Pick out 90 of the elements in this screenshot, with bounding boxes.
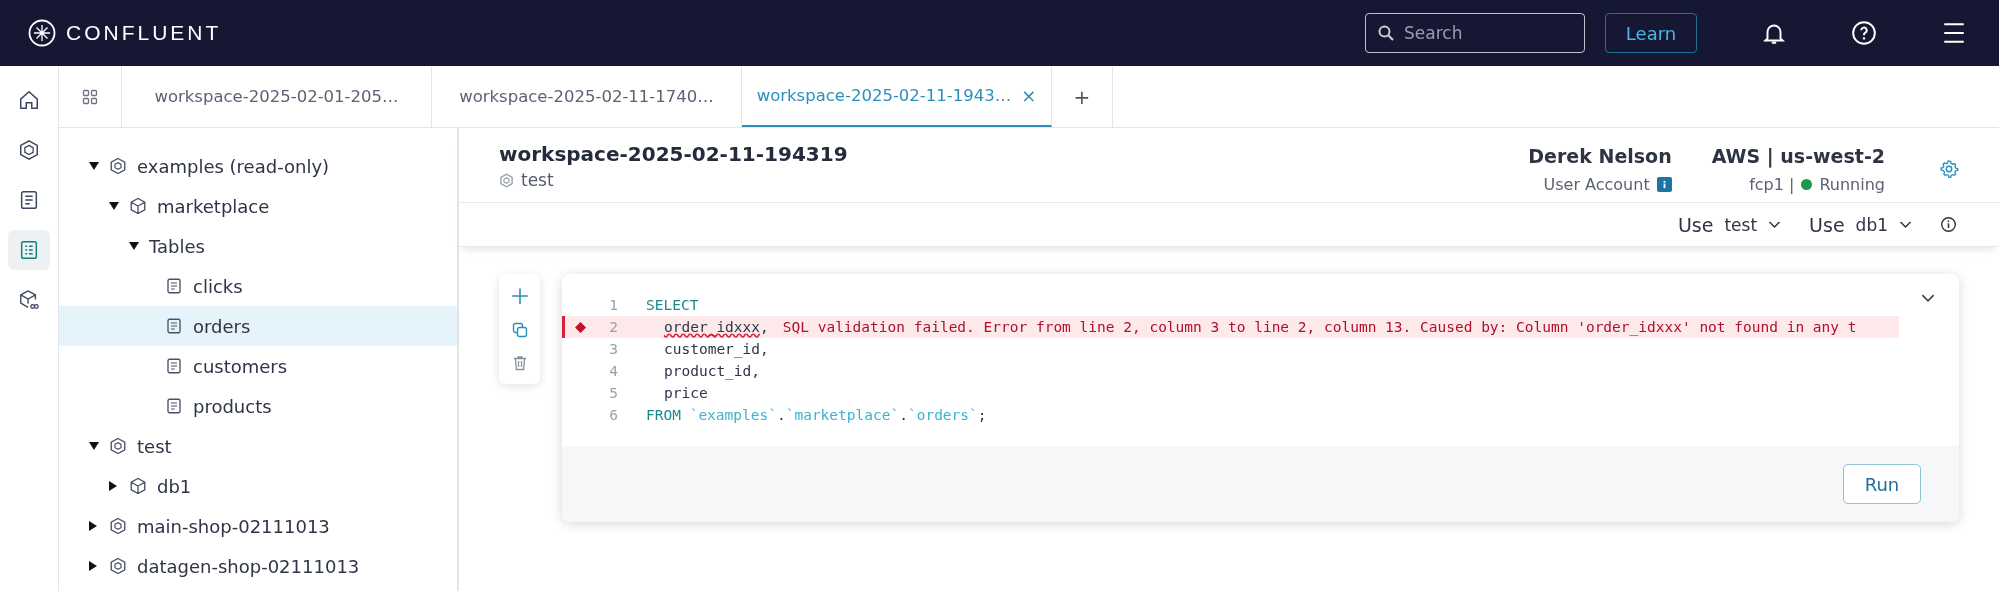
hexagon-icon	[499, 172, 514, 188]
line-number: 2	[608, 319, 618, 335]
code-text: price	[663, 385, 708, 401]
tree-item[interactable]: Tables	[59, 226, 457, 266]
error-marker-icon	[574, 321, 586, 333]
use-dropdown[interactable]: Use db1	[1809, 213, 1912, 236]
status-text: Running	[1819, 174, 1885, 194]
tree-item[interactable]: marketplace	[59, 186, 457, 226]
table-icon	[165, 317, 183, 335]
line-number: 3	[608, 341, 618, 357]
cloud-region: AWS | us-west-2	[1711, 144, 1885, 167]
table-icon	[165, 397, 183, 415]
nav-item[interactable]	[8, 230, 50, 270]
cube-icon	[129, 477, 147, 495]
tree-item[interactable]: main-shop-02111013	[59, 506, 457, 546]
search-field[interactable]: Search	[1365, 13, 1585, 53]
catalog-name: test	[521, 170, 554, 190]
home-icon	[18, 89, 40, 111]
table-icon	[165, 277, 183, 295]
code-text: order_idxxx, SQL validation failed. Error from line 2, column 3 to line 2, column 13. Caused by: Column 'order_idxxx' not found in any t	[663, 319, 1857, 335]
tree-label: orders	[193, 315, 251, 337]
cube-link-icon	[18, 289, 40, 311]
caret-icon[interactable]	[89, 162, 99, 170]
chevron-down-icon	[1899, 220, 1912, 229]
caret-icon[interactable]	[89, 442, 99, 450]
tree-item[interactable]: examples (read-only)	[59, 146, 457, 186]
tree-item[interactable]: db1	[59, 466, 457, 506]
cube-icon	[129, 197, 147, 215]
caret-icon[interactable]	[129, 242, 139, 250]
workspace-tab[interactable]: workspace-2025-02-01-205…	[154, 87, 399, 106]
workspace-tab[interactable]: workspace-2025-02-11-1740…	[459, 87, 714, 106]
notebook-icon	[18, 239, 40, 261]
tree-item[interactable]: orders	[59, 306, 457, 346]
caret-icon[interactable]	[89, 561, 97, 571]
add-tab-button[interactable]: +	[1052, 66, 1113, 127]
tree-label: customers	[193, 355, 288, 377]
add-icon[interactable]	[510, 286, 529, 305]
hexagon-icon	[109, 437, 127, 455]
line-number: 5	[608, 385, 618, 401]
tree-item[interactable]: clicks	[59, 266, 457, 306]
caret-icon[interactable]	[89, 521, 97, 531]
learn-button[interactable]: Learn	[1605, 13, 1697, 53]
tree-label: db1	[157, 475, 192, 497]
hexagon-icon	[18, 139, 40, 161]
logo-icon	[28, 19, 56, 47]
hexagon-icon	[109, 517, 127, 535]
document-icon	[18, 189, 40, 211]
tree-item[interactable]: products	[59, 386, 457, 426]
code-text: customer_id,	[663, 341, 769, 357]
help-icon[interactable]	[1851, 20, 1877, 46]
hexagon-icon	[109, 557, 127, 575]
line-number: 4	[608, 363, 618, 379]
code-text: SELECT	[645, 297, 699, 313]
trash-icon[interactable]	[511, 355, 528, 372]
chevron-down-icon	[1768, 220, 1782, 229]
tree-label: marketplace	[157, 195, 270, 217]
tree-label: clicks	[193, 275, 243, 297]
tree-item[interactable]: datagen-shop-02111013	[59, 546, 457, 586]
tree-label: Tables	[149, 235, 205, 257]
close-tab-button[interactable]: ×	[1021, 85, 1037, 106]
line-number: 1	[608, 297, 618, 313]
workspace-title: workspace-2025-02-11-194319	[499, 142, 848, 166]
brand-name: CONFLUENT	[66, 21, 222, 45]
chevron-down-icon[interactable]	[1921, 294, 1935, 303]
run-button[interactable]: Run	[1843, 464, 1921, 504]
table-icon	[165, 357, 183, 375]
copy-icon[interactable]	[511, 322, 528, 338]
tree-label: products	[193, 395, 272, 417]
caret-icon[interactable]	[109, 202, 119, 210]
use-dropdown[interactable]: Use test	[1677, 213, 1782, 236]
code-text: FROM `examples`.`marketplace`.`orders`;	[645, 407, 987, 423]
tree-label: datagen-shop-02111013	[137, 555, 360, 577]
grid-icon	[82, 88, 98, 105]
workspace-tab[interactable]: workspace-2025-02-11-1943…	[756, 86, 1012, 105]
code-text: product_id,	[663, 363, 761, 379]
tree-label: main-shop-02111013	[137, 515, 330, 537]
account-type: User Account	[1543, 174, 1650, 194]
caret-icon[interactable]	[109, 481, 117, 491]
hexagon-icon	[109, 157, 127, 175]
tree-item[interactable]: test	[59, 426, 457, 466]
line-number: 6	[608, 407, 618, 423]
tree-label: test	[137, 435, 172, 457]
settings-icon[interactable]	[1939, 159, 1959, 179]
user-name: Derek Nelson	[1528, 144, 1672, 167]
search-icon	[1378, 25, 1394, 41]
tree-label: examples (read-only)	[137, 155, 330, 177]
tree-item[interactable]: customers	[59, 346, 457, 386]
compute-pool: fcp1 |	[1749, 174, 1795, 194]
info-icon[interactable]	[1940, 216, 1957, 233]
menu-icon[interactable]	[1941, 20, 1967, 46]
